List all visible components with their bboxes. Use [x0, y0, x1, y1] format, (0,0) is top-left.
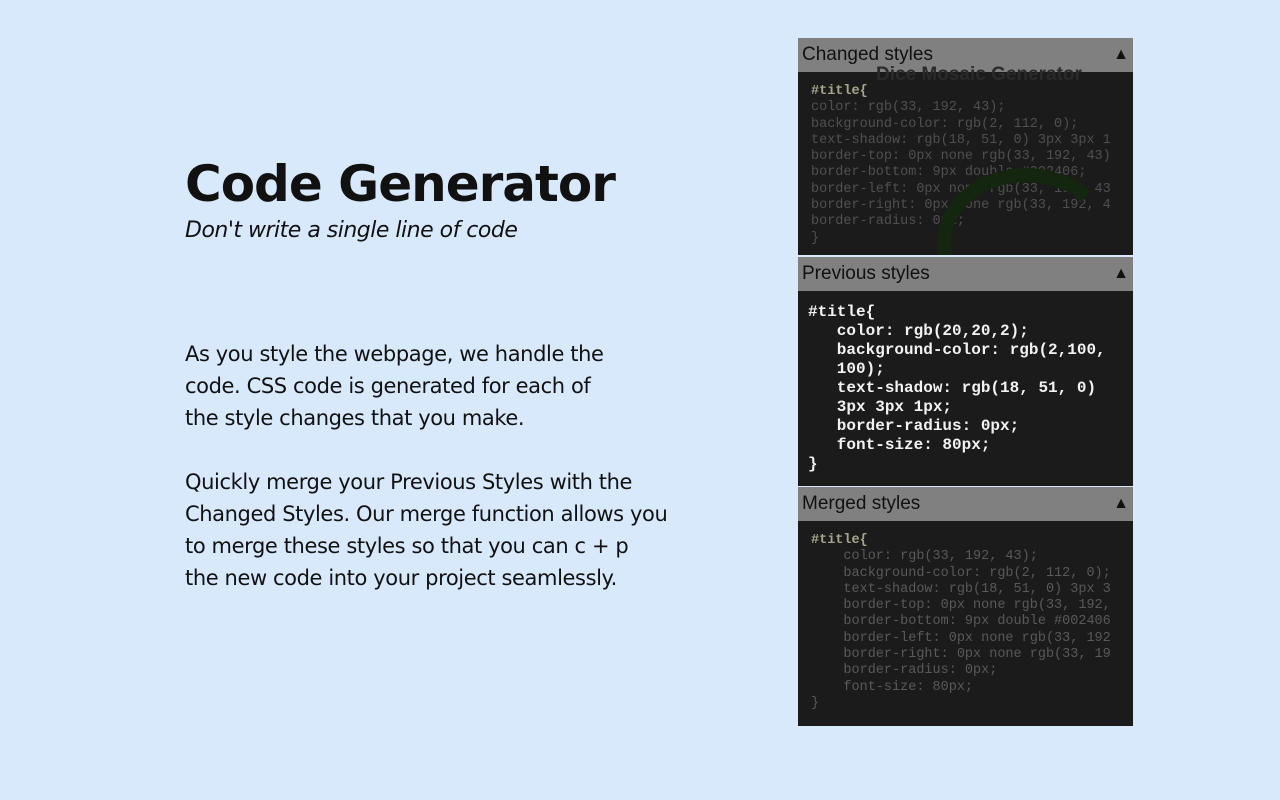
description-line: the new code into your project seamlessl… [185, 566, 617, 590]
previous-styles-code: #title{ color: rgb(20,20,2); background-… [798, 291, 1133, 474]
code-line: border-radius: 0px; [811, 663, 998, 679]
code-line: text-shadow: rgb(18, 51, 0) 3px 3 [811, 581, 1111, 597]
description-paragraph-1: As you style the webpage, we handle the … [185, 338, 745, 434]
previous-styles-title: Previous styles [802, 263, 930, 284]
merged-styles-panel: Merged styles ▲ #title{ color: rgb(33, 1… [798, 487, 1133, 726]
code-line: 100); [808, 360, 885, 378]
code-line: border-bottom: 9px double #002406 [811, 614, 1111, 630]
merged-styles-title: Merged styles [802, 493, 921, 514]
code-line: font-size: 80px; [811, 679, 974, 695]
changed-styles-panel: Changed styles ▲ Dice Mosaic Generator #… [798, 38, 1133, 255]
page-subtitle: Don't write a single line of code [185, 218, 518, 243]
background-preview-text: Dice Mosaic Generator [876, 64, 1082, 85]
code-line: border-radius: 0px; [808, 417, 1020, 435]
code-line: background-color: rgb(2,100, [808, 341, 1106, 359]
description: As you style the webpage, we handle the … [185, 338, 745, 626]
description-line: the style changes that you make. [185, 406, 525, 430]
page-title: Code Generator [185, 155, 616, 213]
code-line: color: rgb(33, 192, 43); [811, 100, 1006, 116]
description-line: to merge these styles so that you can c … [185, 534, 629, 558]
code-line: font-size: 80px; [808, 436, 991, 454]
previous-styles-header[interactable]: Previous styles ▲ [798, 257, 1133, 291]
code-line: text-shadow: rgb(18, 51, 0) 3px 3px 1 [811, 132, 1111, 148]
previous-styles-panel: Previous styles ▲ #title{ color: rgb(20,… [798, 257, 1133, 486]
description-line: code. CSS code is generated for each of [185, 374, 591, 398]
code-line: border-top: 0px none rgb(33, 192, 43) [811, 149, 1111, 165]
collapse-arrow-icon[interactable]: ▲ [1113, 265, 1129, 283]
code-line: color: rgb(20,20,2); [808, 322, 1029, 340]
code-line: } [808, 455, 818, 473]
changed-styles-title: Changed styles [802, 44, 933, 65]
code-line: border-left: 0px none rgb(33, 192 [811, 630, 1111, 646]
code-line: text-shadow: rgb(18, 51, 0) [808, 379, 1097, 397]
merged-styles-code: #title{ color: rgb(33, 192, 43); backgro… [798, 521, 1133, 712]
description-line: As you style the webpage, we handle the [185, 342, 604, 366]
code-line: #title{ [808, 303, 876, 321]
code-line: background-color: rgb(2, 112, 0); [811, 565, 1111, 581]
description-line: Changed Styles. Our merge function allow… [185, 502, 668, 526]
code-selector: #title{ [811, 533, 868, 548]
hero: Code Generator Don't write a single line… [185, 150, 745, 243]
description-paragraph-2: Quickly merge your Previous Styles with … [185, 466, 745, 594]
code-line: border-top: 0px none rgb(33, 192, [811, 598, 1111, 614]
code-selector: #title{ [811, 84, 868, 99]
code-line: color: rgb(33, 192, 43); [811, 549, 1038, 565]
collapse-arrow-icon[interactable]: ▲ [1113, 46, 1129, 64]
code-line: } [811, 230, 820, 246]
description-line: Quickly merge your Previous Styles with … [185, 470, 633, 494]
code-line: 3px 3px 1px; [808, 398, 953, 416]
code-line: background-color: rgb(2, 112, 0); [811, 116, 1079, 132]
code-line: } [811, 695, 820, 711]
merged-styles-header[interactable]: Merged styles ▲ [798, 487, 1133, 521]
collapse-arrow-icon[interactable]: ▲ [1113, 495, 1129, 513]
code-line: border-right: 0px none rgb(33, 19 [811, 647, 1111, 663]
